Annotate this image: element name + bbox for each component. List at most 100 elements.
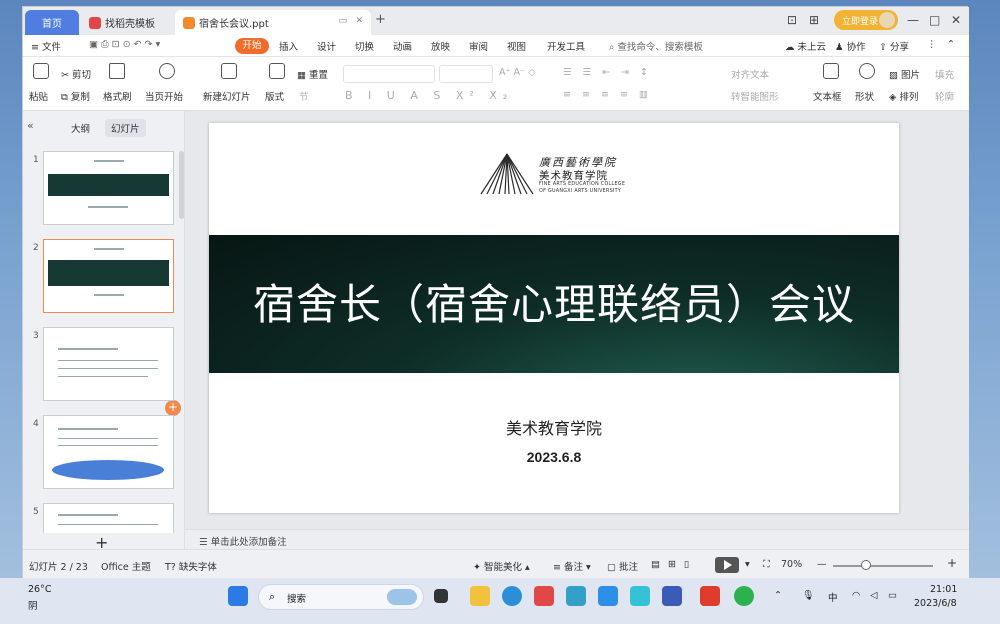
close-icon[interactable]: ✕: [951, 13, 961, 27]
collapse-ribbon-icon[interactable]: ⌃: [947, 39, 955, 50]
add-slide-icon[interactable]: +: [165, 400, 181, 416]
list-buttons[interactable]: ☰ ☰ ⇤ ⇥ ↕: [563, 67, 652, 78]
panel-scrollbar[interactable]: [179, 151, 184, 219]
current-slide[interactable]: 廣西藝術學院 美术教育学院 FINE ARTS EDUCATION COLLEG…: [209, 123, 899, 513]
slide-thumbnail-3[interactable]: [43, 327, 174, 401]
tab-document[interactable]: 宿舍长会议.ppt ▭ ✕: [175, 10, 371, 35]
tab-transition[interactable]: 切换: [355, 39, 374, 53]
new-tab-icon[interactable]: +: [375, 12, 386, 27]
fill-button[interactable]: 填充: [935, 67, 954, 81]
apps-grid-icon[interactable]: ⊞: [809, 13, 819, 27]
zoom-slider[interactable]: [833, 565, 933, 567]
weather-desc[interactable]: 阴: [28, 598, 38, 612]
smart-graphic-button[interactable]: 转智能图形: [731, 89, 779, 103]
textbox-icon[interactable]: [823, 63, 839, 79]
mail-icon[interactable]: [598, 586, 618, 606]
shape-icon[interactable]: [859, 63, 875, 79]
tab-animation[interactable]: 动画: [393, 39, 412, 53]
command-search[interactable]: ⌕ 查找命令、搜索模板: [609, 39, 703, 53]
shape-button[interactable]: 形状: [855, 89, 874, 103]
volume-icon[interactable]: ◁: [870, 590, 877, 601]
wps-icon[interactable]: [700, 586, 720, 606]
play-circle-icon[interactable]: [159, 63, 175, 79]
slide-title[interactable]: 宿舍长（宿舍心理联络员）会议: [209, 271, 899, 332]
zoom-level[interactable]: 70%: [781, 559, 802, 570]
notes-pane[interactable]: ☰ 单击此处添加备注: [185, 529, 969, 549]
missing-font-button[interactable]: T? 缺失字体: [165, 559, 217, 573]
taskbar-search[interactable]: ⌕ 搜索: [258, 584, 424, 610]
fit-window-icon[interactable]: ⛶: [763, 559, 770, 570]
tab-templates[interactable]: 找稻壳模板: [81, 10, 173, 35]
tab-insert[interactable]: 插入: [279, 39, 298, 53]
store-icon[interactable]: [534, 586, 554, 606]
file-menu[interactable]: ≡ 文件: [31, 39, 61, 53]
section-button[interactable]: 节: [299, 89, 309, 103]
photos-icon[interactable]: [662, 586, 682, 606]
cut-button[interactable]: ✂ 剪切: [61, 67, 91, 81]
quick-access-icons[interactable]: ▣ ⎙ ⊡ ⊙ ↶ ↷ ▾: [89, 39, 160, 50]
slide-thumbnail-5[interactable]: [43, 503, 174, 533]
minimize-icon[interactable]: —: [907, 13, 919, 27]
tray-expand-icon[interactable]: ⌃: [774, 590, 782, 601]
reset-button[interactable]: ▦ 重置: [297, 67, 328, 81]
edge-icon[interactable]: [502, 586, 522, 606]
clock-date[interactable]: 2023/6/8: [914, 598, 957, 609]
tab-view[interactable]: 视图: [507, 39, 526, 53]
close-tab-icon[interactable]: ✕: [355, 16, 363, 26]
beautify-button[interactable]: ✦ 智能美化 ▴: [473, 559, 530, 573]
slide-thumbnail-2[interactable]: [43, 239, 174, 313]
align-buttons[interactable]: ≡ ≡ ≡ ≡ ▥: [563, 89, 652, 100]
slide-thumbnail-4[interactable]: [43, 415, 174, 489]
battery-icon[interactable]: ▭: [888, 590, 897, 601]
microphone-icon[interactable]: 🎙: [802, 590, 814, 601]
monitor-icon[interactable]: ▭: [338, 16, 347, 26]
share-button[interactable]: ⇪ 分享: [879, 39, 909, 53]
font-size-select[interactable]: [439, 65, 493, 83]
arrange-button[interactable]: ◈ 排列: [889, 89, 918, 103]
windows-start-icon[interactable]: [228, 586, 248, 606]
tab-start[interactable]: 开始: [235, 38, 269, 54]
tab-outline[interactable]: 大纲: [65, 119, 96, 137]
layout-icon[interactable]: [269, 63, 285, 79]
tab-review[interactable]: 审阅: [469, 39, 488, 53]
play-dropdown-icon[interactable]: ▾: [745, 559, 750, 570]
bilibili-icon[interactable]: [630, 586, 650, 606]
slide-organization[interactable]: 美术教育学院: [209, 415, 899, 439]
font-name-select[interactable]: [343, 65, 435, 83]
layout-button[interactable]: 版式: [265, 89, 284, 103]
login-button[interactable]: 立即登录: [834, 10, 898, 30]
ime-indicator[interactable]: 中: [828, 590, 838, 604]
align-text-button[interactable]: 对齐文本: [731, 67, 769, 81]
cloud-status[interactable]: ☁ 未上云: [785, 39, 826, 53]
tab-design[interactable]: 设计: [317, 39, 336, 53]
tab-developer[interactable]: 开发工具: [547, 39, 585, 53]
file-explorer-icon[interactable]: [470, 586, 490, 606]
clock-time[interactable]: 21:01: [930, 584, 957, 595]
maximize-icon[interactable]: □: [929, 13, 940, 27]
layout-icon[interactable]: ⊡: [787, 13, 797, 27]
brush-icon[interactable]: [109, 63, 125, 79]
comments-toggle[interactable]: ▢ 批注: [607, 559, 638, 573]
wifi-icon[interactable]: ◠: [852, 590, 860, 601]
slide-thumbnail-1[interactable]: [43, 151, 174, 225]
notes-toggle[interactable]: ≡ 备注 ▾: [553, 559, 591, 573]
font-size-buttons[interactable]: A⁺ A⁻ ◇: [499, 67, 535, 78]
collab-button[interactable]: ♟ 协作: [835, 39, 866, 53]
copy-button[interactable]: ⧉ 复制: [61, 89, 90, 103]
weather-temp[interactable]: 26°C: [28, 584, 51, 595]
tab-slideshow[interactable]: 放映: [431, 39, 450, 53]
from-current-button[interactable]: 当页开始: [145, 89, 183, 103]
format-painter-button[interactable]: 格式刷: [103, 89, 132, 103]
new-slide-button[interactable]: 新建幻灯片: [203, 89, 251, 103]
new-slide-icon[interactable]: [221, 63, 237, 79]
view-mode-buttons[interactable]: ▤⊞▯: [651, 559, 697, 570]
slide-date[interactable]: 2023.6.8: [209, 449, 899, 465]
paste-button[interactable]: 粘贴: [29, 89, 48, 103]
wechat-icon[interactable]: [734, 586, 754, 606]
more-icon[interactable]: ⋮: [927, 39, 937, 50]
play-slideshow-button[interactable]: [715, 557, 739, 573]
app-icon[interactable]: [566, 586, 586, 606]
zoom-out-icon[interactable]: —: [817, 559, 827, 570]
zoom-slider-handle[interactable]: [861, 560, 871, 570]
zoom-in-icon[interactable]: +: [947, 556, 957, 570]
